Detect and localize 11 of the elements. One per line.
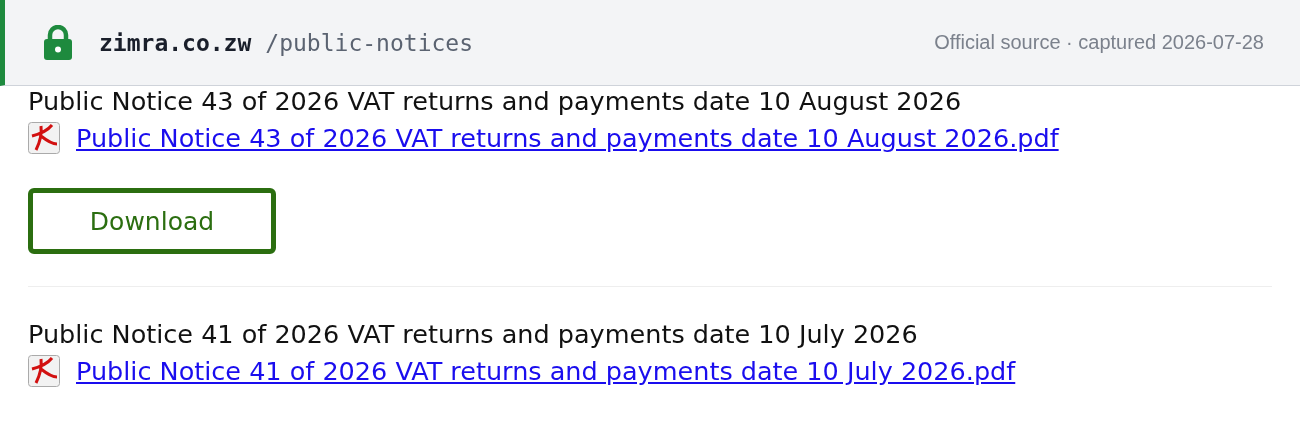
source-note: Official source · captured 2026-07-28 bbox=[934, 31, 1264, 54]
pdf-file-icon bbox=[28, 122, 60, 154]
download-button[interactable]: Download bbox=[28, 188, 276, 254]
pdf-file-icon bbox=[28, 355, 60, 387]
lock-icon bbox=[43, 24, 73, 61]
notice-title: Public Notice 43 of 2026 VAT returns and payments date 10 August 2026 bbox=[28, 86, 963, 116]
notice-title: Public Notice 41 of 2026 VAT returns and payments date 10 July 2026 bbox=[28, 319, 919, 349]
site-domain: zimra.co.zw bbox=[99, 29, 252, 56]
pdf-link[interactable]: Public Notice 43 of 2026 VAT returns and payments date 10 August 2026.pdf bbox=[76, 123, 1059, 153]
site-path: /public-notices bbox=[265, 29, 474, 56]
pdf-link[interactable]: Public Notice 41 of 2026 VAT returns and payments date 10 July 2026.pdf bbox=[76, 356, 1016, 386]
